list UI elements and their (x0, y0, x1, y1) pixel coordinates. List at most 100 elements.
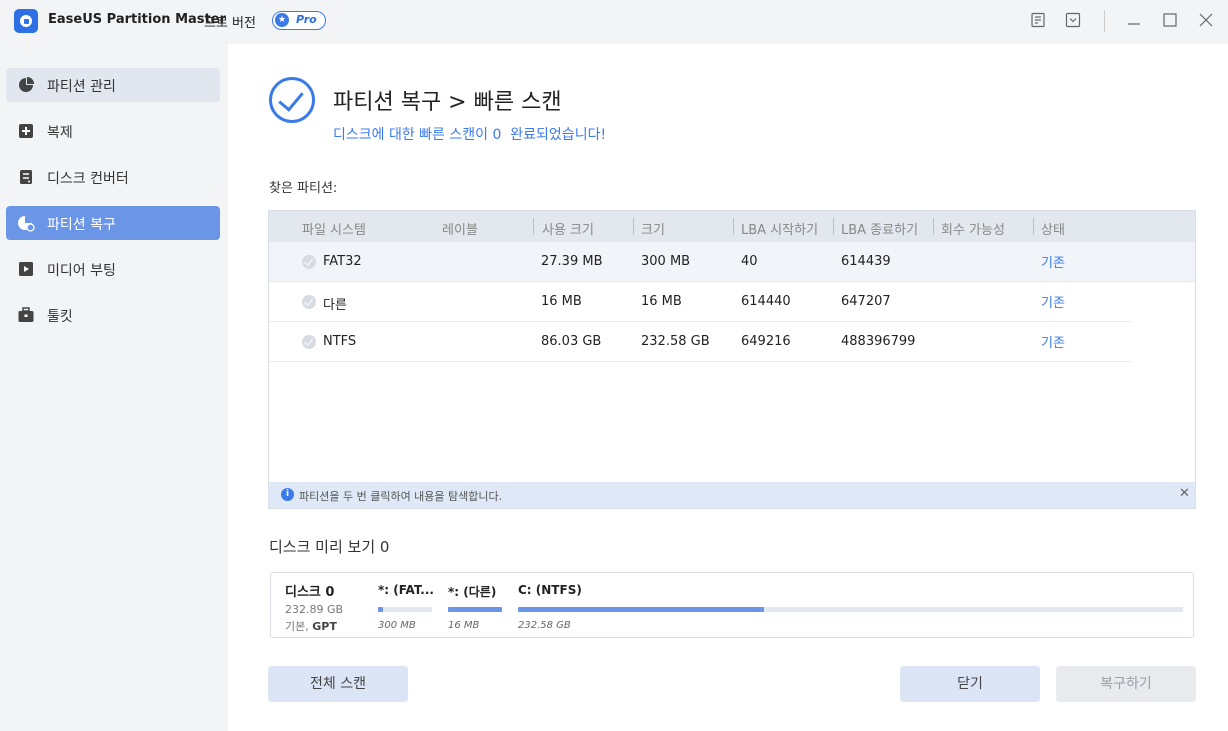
full-scan-button[interactable]: 전체 스캔 (268, 666, 408, 702)
disk-name: 디스크 0 (285, 585, 335, 600)
cell-status: 기존 (1041, 256, 1065, 271)
pie-chart-icon (17, 76, 35, 94)
sidebar-item-clone[interactable]: 복제 (6, 114, 220, 148)
sidebar-item-label: 디스크 컨버터 (47, 171, 129, 187)
partition-usage-fill (448, 607, 502, 612)
column-header[interactable]: LBA 종료하기 (841, 219, 918, 238)
app-title: EaseUS Partition Master (48, 12, 226, 27)
cell-file-system: FAT32 (323, 254, 362, 269)
column-header[interactable]: 사용 크기 (542, 219, 594, 238)
partition-recovery-icon (17, 214, 35, 232)
column-divider (733, 218, 734, 235)
page-title: 파티션 복구 > 빠른 스캔 (333, 90, 562, 115)
cell-status: 기존 (1041, 336, 1065, 351)
cell-size: 300 MB (641, 254, 691, 269)
media-boot-icon (17, 260, 35, 278)
titlebar-divider (1104, 10, 1105, 32)
sidebar-item-disk-converter[interactable]: 디스크 컨버터 (6, 160, 220, 194)
sidebar-item-label: 미디어 부팅 (47, 263, 116, 279)
cell-lba-start: 40 (741, 254, 758, 269)
pro-badge[interactable]: ★ Pro (272, 11, 326, 30)
column-header[interactable]: 상태 (1041, 219, 1065, 238)
sidebar-item-label: 툴킷 (47, 309, 73, 325)
column-divider (933, 218, 934, 235)
disk-size: 232.89 GB (285, 603, 344, 616)
sidebar-item-media-boot[interactable]: 미디어 부팅 (6, 252, 220, 286)
partition-usage-bar (518, 607, 1183, 612)
column-header[interactable]: 회수 가능성 (941, 219, 1005, 238)
check-circle-icon (269, 77, 315, 123)
partition-table: 파일 시스템 레이블 사용 크기 크기 LBA 시작하기 LBA 종료하기 회수… (268, 210, 1196, 509)
main-panel: 파티션 복구 > 빠른 스캔 디스크에 대한 빠른 스캔이 0 완료되었습니다!… (228, 44, 1228, 731)
cell-status: 기존 (1041, 296, 1065, 311)
close-icon[interactable]: ✕ (1179, 486, 1190, 502)
found-partitions-label: 찾은 파티션: (269, 181, 338, 196)
partition-name: *: (FAT... (378, 583, 434, 597)
app-logo-icon (14, 9, 38, 33)
pro-badge-label: Pro (296, 13, 317, 26)
cell-lba-end: 647207 (841, 294, 891, 309)
table-header: 파일 시스템 레이블 사용 크기 크기 LBA 시작하기 LBA 종료하기 회수… (269, 211, 1195, 242)
sidebar-item-toolkit[interactable]: 툴킷 (6, 298, 220, 332)
partition-usage-fill (518, 607, 765, 612)
app-edition: 프로 버전 (204, 16, 256, 31)
info-bar: i 파티션을 두 번 클릭하여 내용을 탐색합니다. ✕ (269, 482, 1195, 508)
sidebar-item-label: 파티션 복구 (47, 217, 116, 233)
sidebar-item-partition-recovery[interactable]: 파티션 복구 (6, 206, 220, 240)
sidebar-item-label: 복제 (47, 125, 73, 141)
info-text: 파티션을 두 번 클릭하여 내용을 탐색합니다. (299, 490, 503, 503)
partition-usage-bar (378, 607, 432, 612)
disk-preview-label: 디스크 미리 보기 0 (269, 538, 390, 556)
column-divider (833, 218, 834, 235)
sidebar: 파티션 관리 복제 디스크 컨버터 파티션 복구 미디어 부팅 툴킷 (0, 44, 228, 731)
disk-type: 기본, GPT (285, 618, 337, 634)
disk-map: 디스크 0 232.89 GB 기본, GPT *: (FAT... 300 M… (270, 572, 1194, 638)
cell-size: 16 MB (641, 294, 682, 309)
title-bar: EaseUS Partition Master 프로 버전 ★ Pro (0, 0, 1228, 44)
partition-size: 16 MB (448, 620, 480, 631)
info-icon: i (281, 488, 294, 501)
close-button[interactable]: 닫기 (900, 666, 1040, 702)
clone-plus-icon (17, 122, 35, 140)
maximize-icon[interactable] (1161, 12, 1179, 30)
partition-usage-fill (378, 607, 383, 612)
column-header[interactable]: 레이블 (442, 219, 478, 238)
partition-usage-bar (448, 607, 502, 612)
cell-used-size: 27.39 MB (541, 254, 603, 269)
minimize-icon[interactable] (1125, 12, 1143, 30)
dropdown-menu-icon[interactable] (1064, 12, 1082, 30)
disk-type-prefix: 기본, (285, 620, 313, 633)
table-row[interactable]: 다른 16 MB 16 MB 614440 647207 기존 (269, 282, 1131, 322)
partition-size: 232.58 GB (518, 620, 571, 631)
sidebar-item-partition-manager[interactable]: 파티션 관리 (6, 68, 220, 102)
cell-lba-end: 614439 (841, 254, 891, 269)
column-divider (533, 218, 534, 235)
cell-file-system: NTFS (323, 334, 357, 349)
feedback-icon[interactable] (1029, 12, 1047, 30)
column-header[interactable]: 크기 (641, 219, 665, 238)
cell-size: 232.58 GB (641, 334, 710, 349)
row-checkbox[interactable] (302, 255, 316, 269)
disk-convert-icon (17, 168, 35, 186)
column-header[interactable]: 파일 시스템 (302, 219, 366, 238)
disk-partition-style: GPT (312, 620, 337, 633)
row-checkbox[interactable] (302, 335, 316, 349)
cell-file-system: 다른 (323, 298, 347, 313)
recover-button[interactable]: 복구하기 (1056, 666, 1196, 702)
cell-lba-start: 614440 (741, 294, 791, 309)
cell-lba-start: 649216 (741, 334, 791, 349)
column-divider (1033, 218, 1034, 235)
table-row[interactable]: NTFS 86.03 GB 232.58 GB 649216 488396799… (269, 322, 1131, 362)
scan-complete-message: 디스크에 대한 빠른 스캔이 0 완료되었습니다! (333, 127, 607, 143)
column-header[interactable]: LBA 시작하기 (741, 219, 818, 238)
row-checkbox[interactable] (302, 295, 316, 309)
table-row[interactable]: FAT32 27.39 MB 300 MB 40 614439 기존 (269, 242, 1195, 282)
column-divider (633, 218, 634, 235)
toolbox-icon (17, 306, 35, 324)
cell-used-size: 86.03 GB (541, 334, 602, 349)
sidebar-item-label: 파티션 관리 (47, 79, 116, 95)
partition-name: C: (NTFS) (518, 583, 582, 597)
partition-name: *: (다른) (448, 585, 497, 599)
close-window-icon[interactable] (1197, 12, 1215, 30)
cell-used-size: 16 MB (541, 294, 582, 309)
